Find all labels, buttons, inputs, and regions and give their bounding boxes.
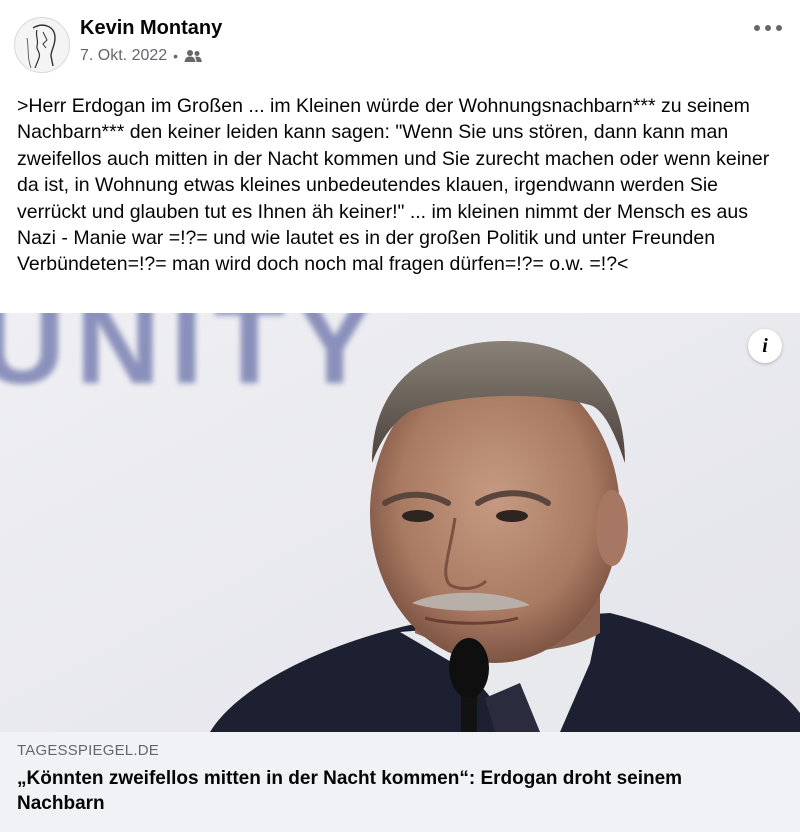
- link-headline[interactable]: „Könnten zweifellos mitten in der Nacht …: [17, 766, 757, 816]
- post-date[interactable]: 7. Okt. 2022: [80, 47, 167, 65]
- more-options-dot: [765, 25, 771, 31]
- avatar-sketch-icon: [26, 24, 56, 69]
- preview-photo: UNITY: [0, 313, 800, 732]
- link-preview[interactable]: UNITY i TAGESSPIEGEL.DE „Könnten zweifel…: [0, 313, 800, 832]
- backdrop-text: UNITY: [0, 313, 384, 409]
- post-meta: 7. Okt. 2022 •: [80, 47, 202, 65]
- source-domain: TAGESSPIEGEL.DE: [17, 742, 159, 759]
- preview-image[interactable]: UNITY i: [0, 313, 800, 732]
- avatar[interactable]: [14, 17, 70, 73]
- more-options-icon: [754, 25, 760, 31]
- post-text: >Herr Erdogan im Großen ... im Kleinen w…: [17, 95, 775, 276]
- meta-separator: •: [173, 48, 179, 64]
- more-options-dot: [776, 25, 782, 31]
- post-header: Kevin Montany 7. Okt. 2022 •: [0, 0, 800, 80]
- more-options-button[interactable]: [754, 20, 782, 36]
- preview-caption[interactable]: TAGESSPIEGEL.DE „Könnten zweifellos mitt…: [0, 732, 800, 832]
- author-name[interactable]: Kevin Montany: [80, 17, 222, 40]
- info-button[interactable]: i: [748, 329, 782, 363]
- friends-icon[interactable]: [184, 49, 202, 63]
